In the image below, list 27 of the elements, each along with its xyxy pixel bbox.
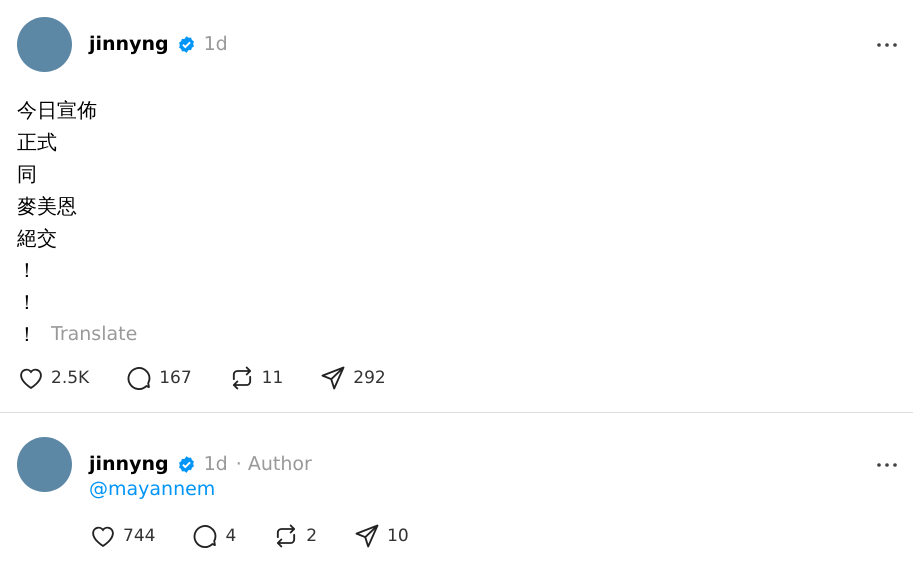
action-count: 11	[262, 368, 284, 388]
post-text-line: ！	[17, 321, 37, 348]
post-time: 1d	[204, 453, 228, 475]
username[interactable]: jinnyng	[89, 33, 169, 55]
action-count: 744	[123, 526, 156, 546]
post-text-line: 麥美恩	[17, 193, 77, 220]
action-count: 292	[353, 368, 386, 388]
author-label: · Author	[236, 453, 312, 475]
more-options-icon[interactable]	[877, 462, 897, 466]
action-count: 4	[225, 526, 236, 546]
username[interactable]: jinnyng	[89, 453, 169, 475]
send-icon[interactable]	[353, 522, 382, 550]
post-time: 1d	[204, 33, 228, 55]
action-count: 167	[159, 368, 192, 388]
post-text-line: ！	[17, 289, 37, 316]
more-options-icon[interactable]	[877, 42, 897, 46]
post-text-line: 絕交	[17, 225, 57, 252]
post-text-line: 同	[17, 161, 37, 188]
action-count: 10	[387, 526, 409, 546]
post-text-line: 今日宣佈	[17, 97, 97, 124]
post-text-line: 正式	[17, 129, 57, 156]
post-text-line: ！	[17, 257, 37, 284]
comment-icon[interactable]	[191, 522, 220, 550]
action-count: 2	[306, 526, 318, 546]
send-icon[interactable]	[319, 364, 348, 392]
action-count: 2.5K	[51, 368, 90, 388]
comment-icon[interactable]	[125, 364, 154, 392]
